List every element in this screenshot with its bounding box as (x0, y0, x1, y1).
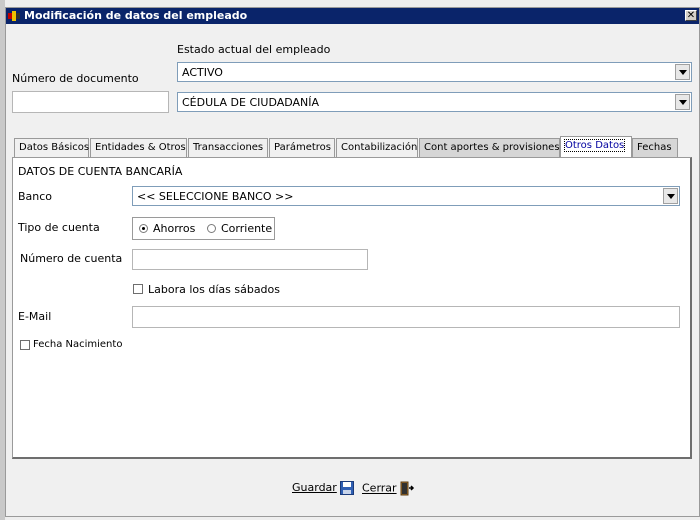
tipo-documento-select[interactable]: CÉDULA DE CIUDADANÍA (177, 92, 692, 112)
radio-corriente-label[interactable]: Corriente (221, 222, 272, 235)
guardar-label: Guardar (292, 481, 337, 494)
estado-label: Estado actual del empleado (177, 43, 331, 56)
guardar-button[interactable]: Guardar (292, 481, 355, 495)
fecha-nacimiento-label[interactable]: Fecha Nacimiento (33, 339, 122, 350)
tab-label: Cont aportes & provisiones (424, 142, 560, 153)
close-icon: ✕ (686, 10, 696, 21)
tab-otros-datos[interactable]: Otros Datos (560, 136, 632, 157)
close-button[interactable]: ✕ (685, 10, 697, 21)
tab-label: Fechas (637, 142, 672, 153)
labora-sabados-checkbox[interactable] (133, 284, 143, 294)
section-title: DATOS DE CUENTA BANCARÍA (18, 165, 183, 178)
tab-label: Entidades & Otros (95, 142, 186, 153)
title-bar: Modificación de datos del empleado ✕ (6, 8, 699, 24)
tab-label: Datos Básicos (19, 142, 90, 153)
documento-input[interactable] (12, 91, 169, 113)
numero-cuenta-input[interactable] (132, 249, 368, 270)
radio-ahorros-label[interactable]: Ahorros (153, 222, 195, 235)
banco-select[interactable]: << SELECCIONE BANCO >> (132, 186, 680, 206)
fecha-nacimiento-checkbox[interactable] (20, 340, 30, 350)
save-icon (340, 481, 355, 495)
documento-label: Número de documento (12, 72, 139, 85)
tab-label: Transacciones (193, 142, 264, 153)
tab-label: Contabilización (341, 142, 418, 153)
tab-transacciones[interactable]: Transacciones (188, 138, 268, 157)
chevron-down-icon[interactable] (675, 94, 690, 110)
tab-parametros[interactable]: Parámetros (269, 138, 335, 157)
tab-label: Parámetros (274, 142, 331, 153)
tab-contabilizacion[interactable]: Contabilización (336, 138, 418, 157)
radio-corriente[interactable] (207, 224, 216, 233)
exit-door-icon (400, 481, 415, 496)
estado-value: ACTIVO (182, 66, 223, 79)
chevron-down-icon[interactable] (663, 188, 678, 204)
tipo-documento-value: CÉDULA DE CIUDADANÍA (182, 96, 320, 109)
tab-datos-basicos[interactable]: Datos Básicos (14, 138, 89, 157)
cerrar-button[interactable]: Cerrar (362, 481, 416, 496)
tab-entidades-otros[interactable]: Entidades & Otros (90, 138, 187, 157)
tab-cont-aportes-provisiones[interactable]: Cont aportes & provisiones (419, 138, 560, 157)
banco-label: Banco (18, 190, 53, 203)
cerrar-label: Cerrar (362, 481, 397, 495)
app-icon (8, 11, 20, 21)
tab-label: Otros Datos (563, 139, 626, 152)
tab-fechas[interactable]: Fechas (632, 138, 678, 157)
tipo-cuenta-label: Tipo de cuenta (18, 221, 100, 234)
estado-select[interactable]: ACTIVO (177, 62, 692, 82)
email-label: E-Mail (18, 310, 52, 323)
radio-ahorros[interactable] (139, 224, 148, 233)
numero-cuenta-label: Número de cuenta (20, 252, 123, 265)
chevron-down-icon[interactable] (675, 64, 690, 80)
labora-sabados-label[interactable]: Labora los días sábados (148, 283, 280, 296)
banco-value: << SELECCIONE BANCO >> (137, 190, 294, 203)
window-title: Modificación de datos del empleado (24, 9, 248, 22)
email-input[interactable] (132, 306, 680, 328)
